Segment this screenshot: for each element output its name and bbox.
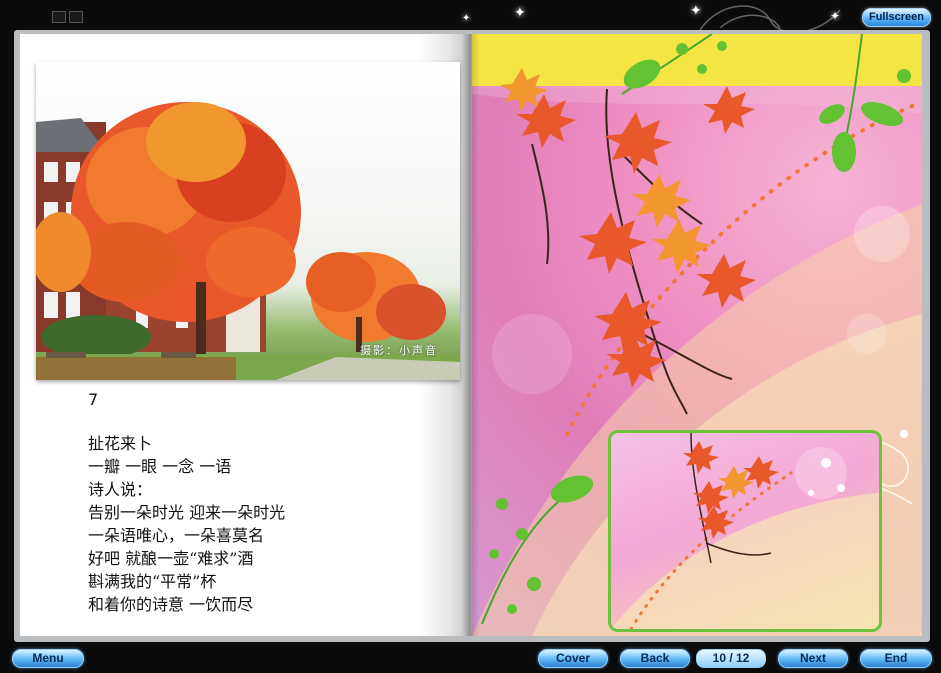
window-control-icon[interactable] — [52, 11, 66, 23]
poem-line: 诗人说： — [88, 480, 153, 499]
book-spine-shadow — [462, 34, 480, 636]
photo-credit: 摄影：小声音 — [360, 344, 438, 357]
end-button[interactable]: End — [860, 649, 932, 668]
poem: 扯花来卜 一瓣 一眼 一念 一语 诗人说： 告别一朵时光 迎来一朵时光 一朵语唯… — [88, 432, 285, 616]
sparkle-icon: ✦ — [514, 5, 526, 21]
poem-line: 一瓣 一眼 一念 一语 — [88, 457, 232, 476]
poem-line: 好吧 就酿一壶“难求”酒 — [88, 549, 254, 568]
window-control-icon[interactable] — [69, 11, 83, 23]
page-counter: 10 / 12 — [696, 649, 766, 668]
window-controls — [52, 8, 88, 23]
next-button[interactable]: Next — [778, 649, 848, 668]
page-number: 7 — [88, 390, 99, 409]
cover-button[interactable]: Cover — [538, 649, 608, 668]
right-page[interactable] — [472, 34, 922, 636]
poem-line: 斟满我的“平常”杯 — [88, 572, 217, 591]
back-button[interactable]: Back — [620, 649, 690, 668]
framed-inset-artwork — [608, 430, 882, 632]
sparkle-icon: ✦ — [462, 13, 471, 24]
menu-button[interactable]: Menu — [12, 649, 84, 668]
photo-illustration — [36, 102, 460, 380]
fullscreen-button[interactable]: Fullscreen — [861, 8, 931, 27]
inset-illustration — [611, 433, 879, 629]
sparkle-icon: ✦ — [690, 3, 702, 19]
sparkle-icon: ✦ — [830, 9, 841, 23]
poem-line: 和着你的诗意 一饮而尽 — [88, 595, 254, 614]
poem-line: 扯花来卜 — [88, 434, 153, 453]
poem-line: 告别一朵时光 迎来一朵时光 — [88, 503, 286, 522]
autumn-tree-photo: 摄影：小声音 — [36, 62, 460, 380]
poem-line: 一朵语唯心，一朵喜莫名 — [88, 526, 265, 545]
